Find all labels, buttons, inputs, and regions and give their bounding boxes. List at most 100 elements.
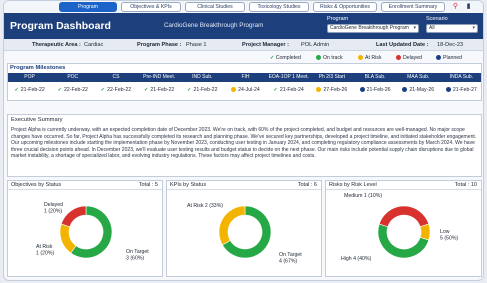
tab-toxicology-studies[interactable]: Toxicology Studies — [249, 2, 309, 12]
check-icon: ✓ — [143, 87, 149, 93]
milestone-cell: ✓ 22-Feb-22 — [51, 84, 94, 96]
risks-level-card: Risks by Risk Level Total : 10 Low 5 (50%)… — [325, 180, 482, 277]
milestone-cell: ✓ 21-Feb-24 — [267, 84, 310, 96]
milestone-date: 27-Feb-26 — [323, 87, 348, 93]
therapeutic-area-value: Cardiac — [84, 42, 104, 48]
donut-data-label: At Risk 2 (33%) — [187, 203, 223, 209]
donut-slice-medium[interactable] — [419, 223, 431, 241]
donut-data-label: At Risk 1 (20%) — [36, 244, 54, 256]
milestone-date: 21-Feb-22 — [20, 87, 45, 93]
legend-planned: Planned — [436, 54, 462, 62]
milestone-date: 21-Feb-24 — [279, 87, 304, 93]
last-updated-label: Last Updated Date : — [376, 42, 429, 48]
milestone-header: Pre-IND Meet. — [143, 74, 176, 80]
card-title: Risks by Risk Level — [329, 182, 377, 188]
legend-completed: ✓ Completed — [270, 55, 301, 61]
milestone-header: POC — [67, 74, 79, 80]
program-subtitle: CardioGene Breakthrough Program — [164, 22, 264, 29]
status-dot-icon — [402, 87, 408, 93]
milestone-cell: ✓ 21-Feb-22 — [181, 84, 224, 96]
milestone-header: EOA-1OP 1 Meet. — [268, 74, 309, 80]
milestone-date: 22-Feb-22 — [63, 87, 88, 93]
milestone-header: Ph 2/3 Start — [318, 74, 346, 80]
dashboard-window: Program Objectives & KPIs Clinical Studi… — [3, 0, 484, 281]
tab-enrollment-summary[interactable]: Enrollment Summary — [381, 2, 445, 12]
check-icon: ✓ — [187, 87, 192, 93]
tab-objectives-kpis[interactable]: Objectives & KPIs — [121, 2, 181, 12]
tab-bar: Program Objectives & KPIs Clinical Studi… — [4, 1, 483, 13]
chevron-down-icon: ▾ — [413, 25, 416, 31]
milestone-cell: 24-Jul-24 — [224, 84, 267, 96]
milestone-date: 22-Feb-22 — [107, 87, 132, 93]
status-dot-icon — [359, 87, 365, 93]
milestones-panel: Program Milestones POP POC CS Pre-IND Meet.… — [7, 63, 482, 101]
tab-risks-opportunities[interactable]: Risks & Opportunities — [313, 2, 377, 12]
legend-delayed: Delayed — [396, 54, 422, 62]
donut-data-label: Low 5 (50%) — [440, 229, 458, 241]
milestone-cell: ✓ 21-Feb-22 — [138, 84, 181, 96]
card-total: Total : 10 — [454, 182, 477, 188]
executive-summary-text: Project Alpha is currently underway, wit… — [11, 127, 477, 160]
donut-slice-at-risk[interactable] — [218, 205, 246, 246]
tab-program[interactable]: Program — [59, 2, 117, 12]
status-dot-icon — [436, 55, 441, 61]
milestone-date: 21-Feb-22 — [150, 87, 175, 93]
link-icon[interactable]: ⚲ — [451, 2, 460, 12]
donut-data-label: Medium 1 (10%) — [344, 193, 382, 199]
check-icon: ✓ — [14, 87, 19, 93]
risks-donut-chart: Low 5 (50%) High 4 (40%) Medium 1 (10%) — [341, 193, 458, 262]
donut-slice-high[interactable] — [378, 205, 430, 228]
milestone-header: IND Sub. — [192, 74, 213, 80]
milestone-date: 21-Feb-26 — [366, 87, 391, 93]
executive-summary-title: Executive Summary — [11, 117, 63, 123]
page-title: Program Dashboard — [10, 20, 111, 32]
chevron-down-icon: ▾ — [472, 25, 475, 31]
donut-data-label: Delayed 1 (20%) — [44, 202, 63, 214]
milestone-cell: 21-May-26 — [397, 84, 440, 96]
milestone-header: INDA Sub. — [449, 74, 474, 80]
donut-data-label: On Target 4 (67%) — [279, 252, 302, 264]
status-dot-icon — [445, 87, 451, 93]
status-dot-icon — [396, 55, 401, 61]
legend-on-track: On track — [316, 54, 343, 62]
legend-at-risk: At Risk — [358, 54, 381, 62]
milestone-date: 24-Jul-24 — [238, 87, 260, 93]
check-icon: ✓ — [273, 87, 278, 93]
tab-clinical-studies[interactable]: Clinical Studies — [185, 2, 245, 12]
objectives-donut-chart: On Target 3 (60%) At Risk 1 (20%) Delayed 1 (… — [36, 202, 149, 261]
card-total: Total : 6 — [297, 182, 317, 188]
kpis-donut-chart: On Target 4 (67%) At Risk 2 (33%) — [187, 203, 302, 264]
scenario-select[interactable]: All ▾ — [426, 24, 478, 33]
project-manager-label: Project Manager : — [242, 42, 289, 48]
card-title: KPIs by Status — [170, 182, 207, 188]
donut-data-label: High 4 (40%) — [341, 256, 372, 262]
page-header: Program Dashboard CardioGene Breakthroug… — [4, 13, 483, 39]
milestone-date: 21-Feb-27 — [452, 87, 477, 93]
check-icon: ✓ — [57, 87, 62, 93]
bookmark-icon[interactable]: ▮ — [464, 2, 473, 12]
program-phase-value: Phase 1 — [186, 42, 207, 48]
program-select[interactable]: CardioGene Breakthrough Program ▾ — [327, 24, 419, 33]
milestone-header: POP — [24, 74, 35, 80]
milestones-header-row: POP POC CS Pre-IND Meet. IND Sub. FIH EOA-1OP … — [8, 73, 481, 82]
milestone-header: CS — [112, 74, 120, 80]
donut-slice-at-risk[interactable] — [59, 223, 77, 254]
status-dot-icon — [231, 87, 237, 93]
milestone-date: 21-Feb-22 — [193, 87, 218, 93]
milestone-cell: 27-Feb-26 — [310, 84, 353, 96]
milestone-cell: 21-Feb-27 — [440, 84, 483, 96]
program-phase-label: Program Phase : — [137, 42, 182, 48]
status-dot-icon — [358, 55, 363, 61]
status-dot-icon — [316, 55, 321, 61]
milestone-cell: ✓ 21-Feb-22 — [8, 84, 51, 96]
milestone-date: 21-May-26 — [409, 87, 435, 93]
executive-summary-panel: Executive Summary Project Alpha is curre… — [7, 114, 482, 177]
donut-data-label: On Target 3 (60%) — [126, 249, 149, 261]
status-dot-icon — [316, 87, 322, 93]
kpis-status-card: KPIs by Status Total : 6 On Target 4 (67%)… — [166, 180, 322, 277]
donut-slice-delayed[interactable] — [60, 205, 87, 228]
therapeutic-area-label: Therapeutic Area : — [32, 42, 81, 48]
check-icon: ✓ — [100, 87, 106, 93]
card-title: Objectives by Status — [11, 182, 62, 188]
objectives-status-card: Objectives by Status Total : 5 On Target 3… — [7, 180, 163, 277]
